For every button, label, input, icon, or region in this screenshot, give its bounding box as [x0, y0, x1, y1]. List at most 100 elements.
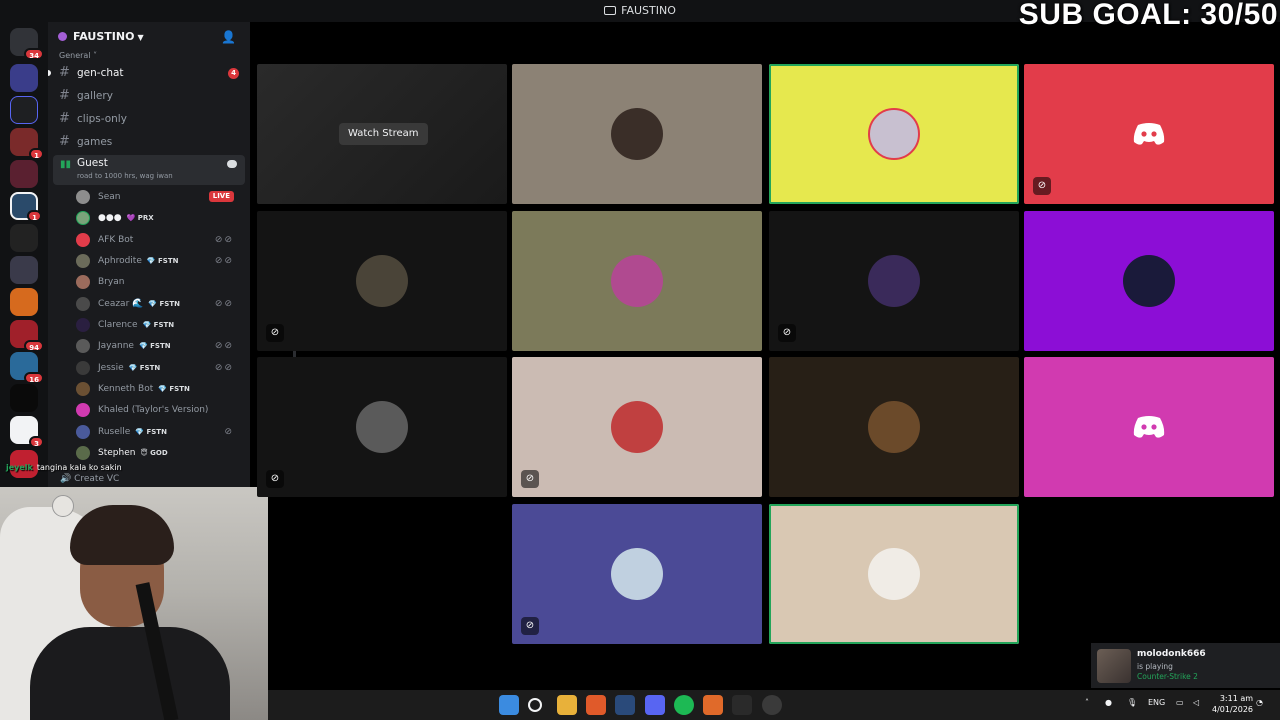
volume-icon[interactable]: ◁: [1193, 698, 1199, 707]
app-icon[interactable]: [762, 695, 782, 715]
server-folder-icon[interactable]: [10, 96, 38, 124]
windows-start-icon[interactable]: [499, 695, 519, 715]
participant-tile[interactable]: ⊘: [512, 357, 762, 497]
screen: FAUSTINO SUB GOAL: 30/50 34 1 1 94 16 3 …: [0, 0, 1280, 720]
server-icon[interactable]: [10, 256, 38, 284]
webcam-feed: [0, 487, 268, 720]
avatar: [76, 361, 90, 375]
server-icon[interactable]: 16: [10, 352, 44, 384]
avatar: [356, 401, 408, 453]
server-icon[interactable]: [10, 288, 38, 316]
avatar: [76, 275, 90, 289]
avatar: [76, 403, 90, 417]
avatar: [868, 108, 920, 160]
voice-member[interactable]: Ceazar 🌊 💎 FSTN ⊘⊘: [76, 295, 244, 313]
avatar: [868, 401, 920, 453]
stream-chat-overlay: jeyelk tangina kala ko sakin: [6, 463, 122, 472]
chat-bubble-icon[interactable]: [227, 160, 237, 168]
file-explorer-icon[interactable]: [557, 695, 577, 715]
taskbar: ˄ ● 🎙 ENG ▭ ◁ ◔: [268, 690, 1280, 720]
participant-tile[interactable]: [769, 357, 1019, 497]
tray-overflow-icon[interactable]: ˄: [1085, 698, 1089, 707]
server-icon[interactable]: 94: [10, 320, 44, 352]
participant-tile[interactable]: ⊘: [769, 211, 1019, 351]
direct-messages-icon[interactable]: 34: [10, 28, 44, 60]
participant-tile[interactable]: [1024, 357, 1274, 497]
network-icon[interactable]: ▭: [1176, 698, 1184, 707]
avatar: [868, 548, 920, 600]
discord-taskbar-icon[interactable]: [645, 695, 665, 715]
create-vc-channel[interactable]: 🔊 Create VC: [60, 474, 119, 484]
live-badge: LIVE: [208, 191, 234, 202]
participant-tile[interactable]: ⊘: [1024, 64, 1274, 204]
server-icon-active[interactable]: 1: [10, 192, 42, 222]
avatar: [76, 318, 90, 332]
participant-tile[interactable]: [512, 64, 762, 204]
channel-games[interactable]: # games: [59, 132, 241, 152]
participant-tile-speaking[interactable]: [769, 64, 1019, 204]
spotify-icon[interactable]: [674, 695, 694, 715]
channel-clips-only[interactable]: # clips-only: [59, 109, 241, 129]
avatar: [611, 401, 663, 453]
video-off-icon: ⊘: [266, 470, 284, 488]
activity-notification[interactable]: molodonk666 is playing Counter-Strike 2: [1091, 643, 1280, 688]
participant-tile[interactable]: ⊘: [512, 504, 762, 644]
voice-member[interactable]: Aphrodite 💎 FSTN ⊘⊘: [76, 252, 244, 270]
search-icon[interactable]: [528, 698, 542, 712]
notification-bell-icon[interactable]: ◔: [1256, 698, 1263, 707]
voice-member[interactable]: Ruselle 💎 FSTN ⊘: [76, 423, 244, 441]
category-label[interactable]: General ˅: [59, 51, 97, 60]
video-off-icon: ⊘: [778, 324, 796, 342]
server-icon[interactable]: 3: [10, 416, 44, 448]
stream-tile[interactable]: Watch Stream: [257, 64, 507, 204]
hash-icon: #: [59, 134, 70, 149]
language-indicator[interactable]: ENG: [1148, 698, 1165, 707]
voice-channel-icon: ▮▮: [60, 159, 72, 170]
server-icon[interactable]: [10, 160, 38, 188]
server-name-button[interactable]: FAUSTINO ▼: [58, 30, 243, 46]
voice-member[interactable]: AFK Bot ⊘⊘: [76, 231, 244, 249]
voice-member[interactable]: Sean LIVE: [76, 188, 244, 206]
avatar: [76, 297, 90, 311]
participant-tile[interactable]: [512, 211, 762, 351]
brave-browser-icon[interactable]: [586, 695, 606, 715]
avatar: [1123, 255, 1175, 307]
muted-deafened-icons: ⊘⊘: [214, 341, 234, 351]
channel-gen-chat[interactable]: # gen-chat 4: [48, 63, 241, 83]
voice-member[interactable]: Khaled (Taylor's Version): [76, 401, 244, 419]
voice-member[interactable]: Jessie 💎 FSTN ⊘⊘: [76, 359, 244, 377]
avatar: [611, 108, 663, 160]
avatar: [356, 255, 408, 307]
voice-member[interactable]: Clarence 💎 FSTN: [76, 316, 244, 334]
steam-icon[interactable]: [615, 695, 635, 715]
voice-member[interactable]: Bryan: [76, 273, 244, 291]
voice-channel-guest[interactable]: ▮▮ Guest road to 1000 hrs, wag iwan: [53, 155, 245, 185]
microphone-icon[interactable]: 🎙: [1127, 698, 1137, 707]
server-icon[interactable]: [10, 224, 38, 252]
taskbar-clock[interactable]: 3:11 am 4/01/2026: [1212, 693, 1253, 715]
server-icon[interactable]: 1: [10, 128, 44, 160]
voice-member[interactable]: Stephen 😇 GOD: [76, 444, 244, 462]
discord-logo-icon: [1133, 416, 1165, 438]
voice-member[interactable]: ●●● 💜 PRX: [76, 209, 244, 227]
app-icon[interactable]: [732, 695, 752, 715]
avatar: [76, 382, 90, 396]
voice-member[interactable]: Kenneth Bot 💎 FSTN: [76, 380, 244, 398]
participant-tile[interactable]: ⊘: [257, 357, 507, 497]
tray-icon[interactable]: ●: [1105, 698, 1112, 707]
muted-icon: ⊘: [521, 617, 539, 635]
watch-stream-button[interactable]: Watch Stream: [339, 123, 428, 145]
app-icon[interactable]: [703, 695, 723, 715]
server-icon[interactable]: [10, 64, 38, 92]
muted-deafened-icons: ⊘⊘: [214, 299, 234, 309]
avatar: [76, 339, 90, 353]
voice-member[interactable]: Jayanne 💎 FSTN ⊘⊘: [76, 337, 244, 355]
participant-tile[interactable]: [1024, 211, 1274, 351]
participant-tile[interactable]: ⊘: [257, 211, 507, 351]
chevron-down-icon: ▼: [137, 33, 144, 42]
participant-tile-speaking[interactable]: [769, 504, 1019, 644]
mention-badge: 4: [228, 68, 239, 79]
add-member-icon[interactable]: 👤: [221, 30, 236, 44]
server-icon[interactable]: [10, 384, 38, 412]
channel-gallery[interactable]: # gallery: [59, 86, 241, 106]
